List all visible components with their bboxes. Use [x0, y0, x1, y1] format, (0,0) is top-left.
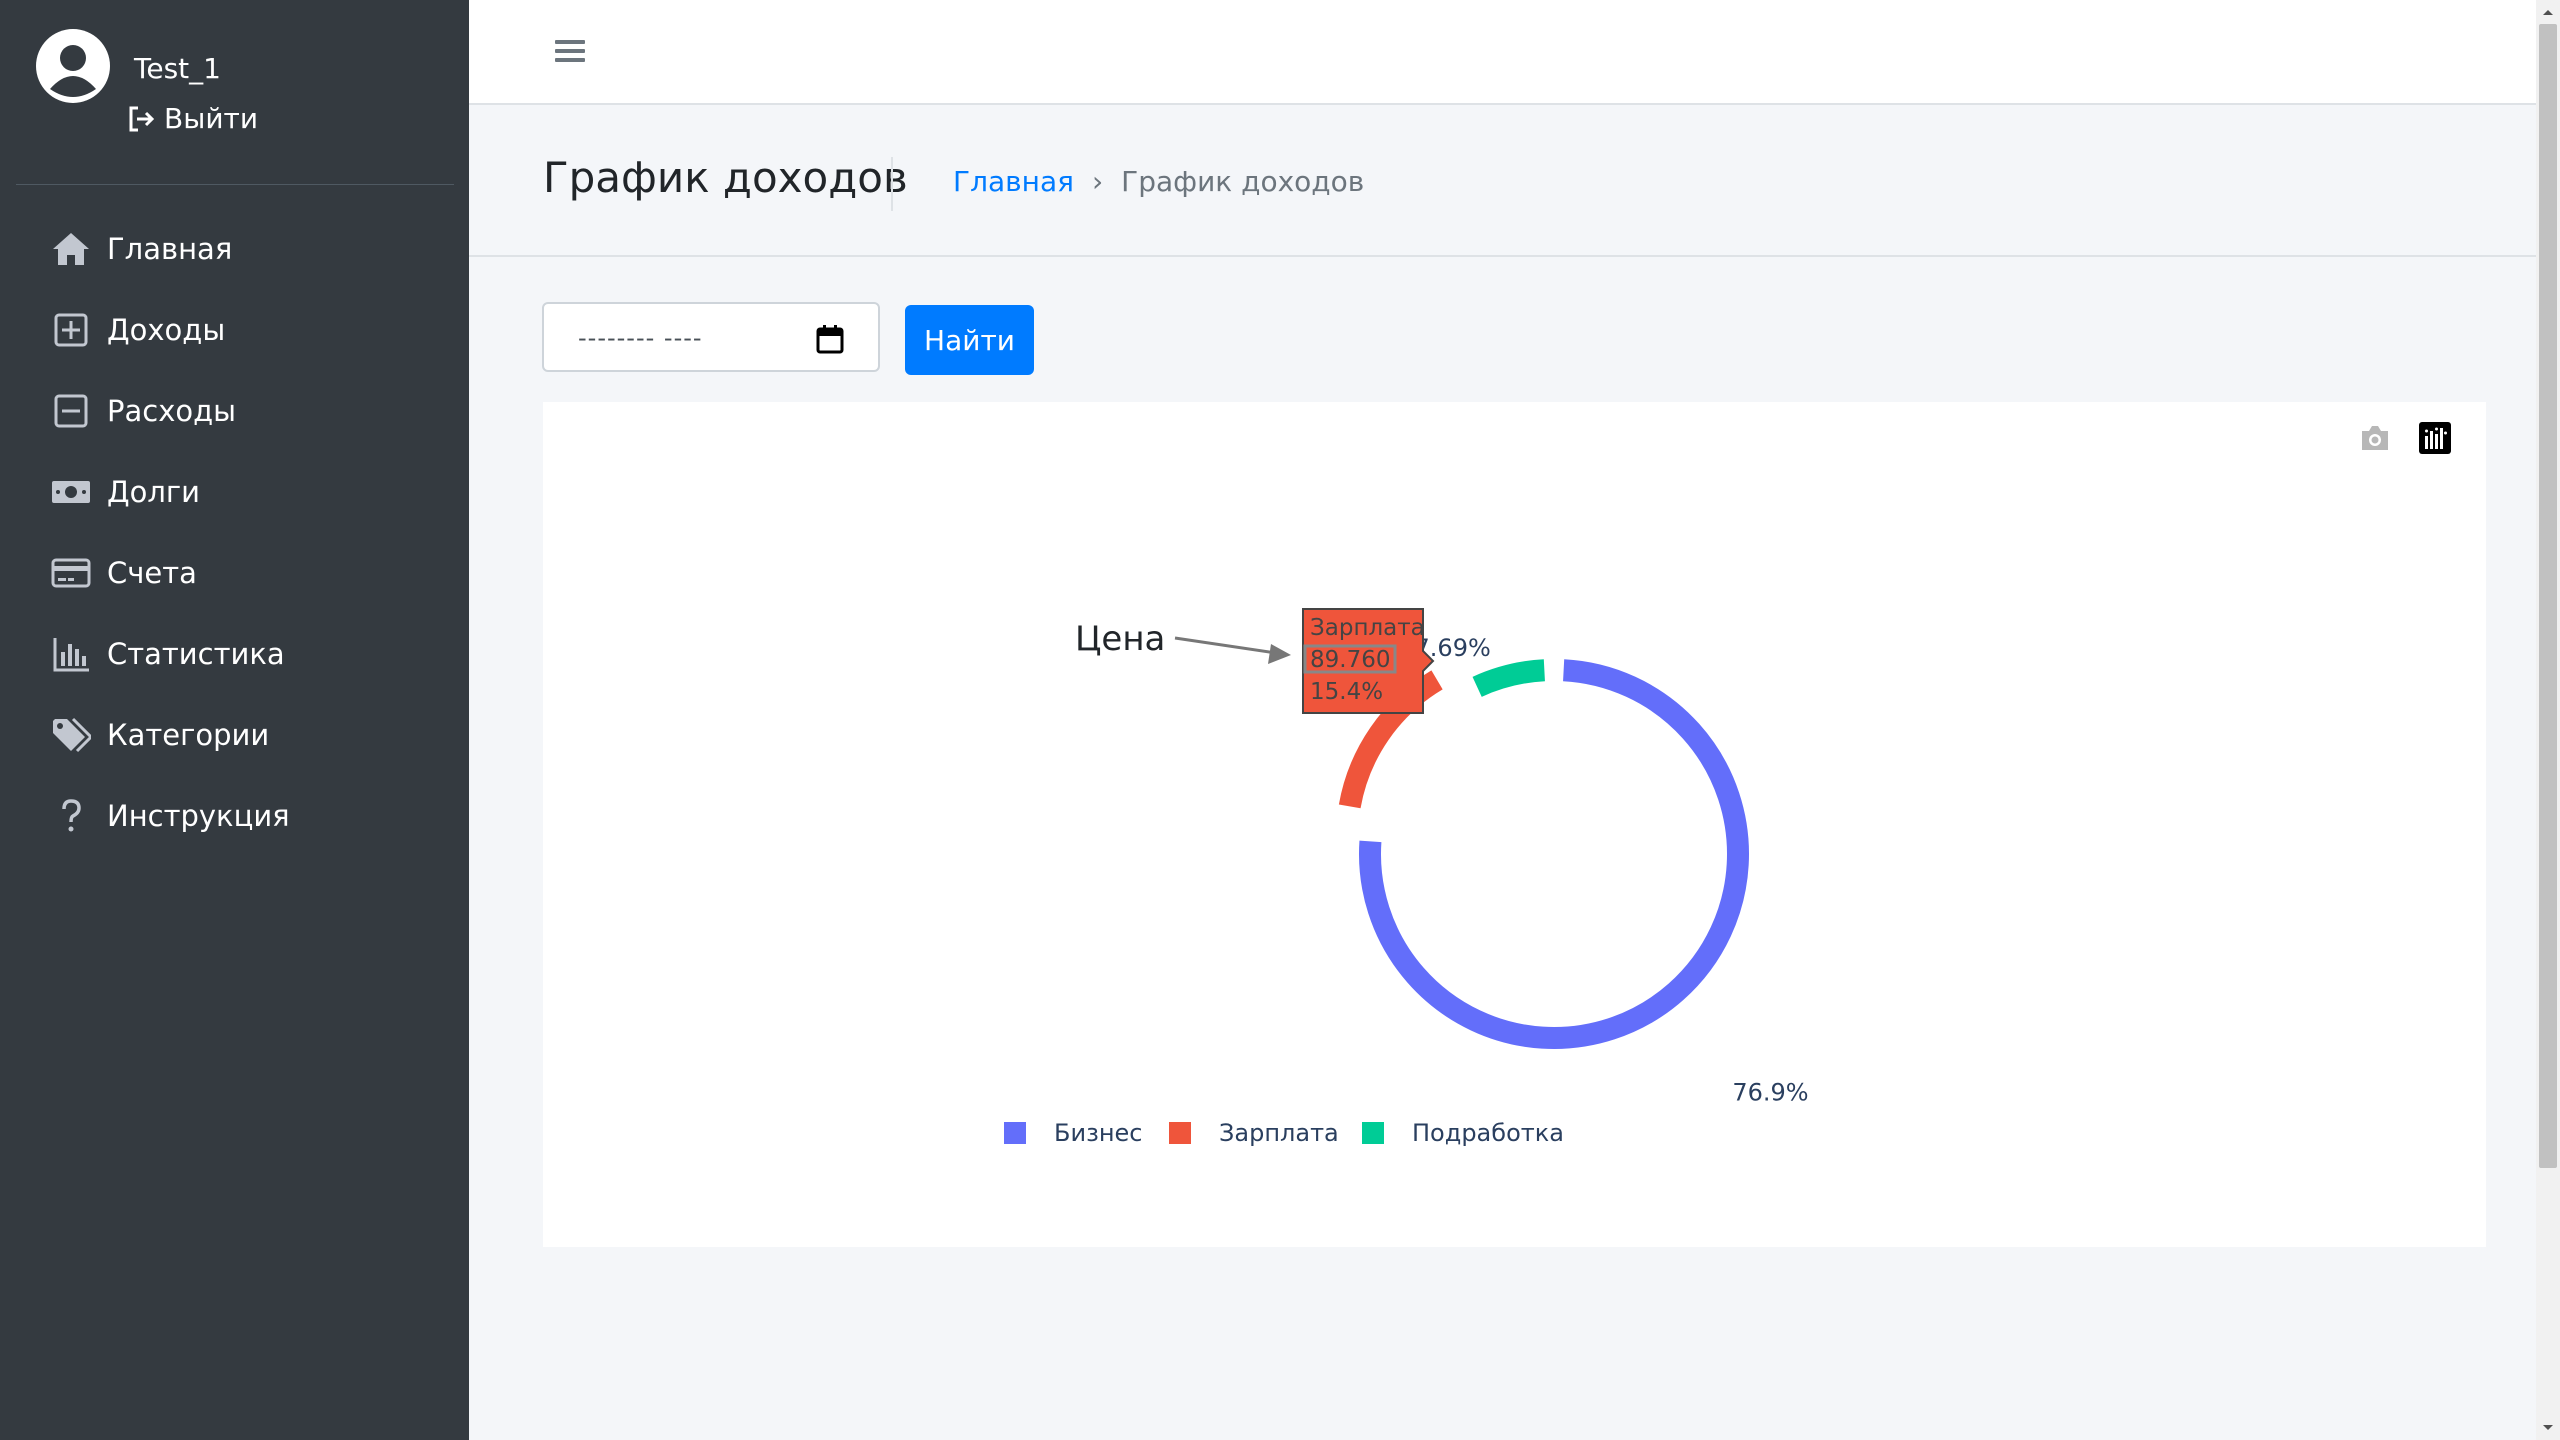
plus-square-icon — [48, 307, 94, 353]
sidebar-item-expenses[interactable]: Расходы — [0, 374, 469, 448]
username[interactable]: Test_1 — [134, 52, 221, 85]
menu-toggle-icon[interactable] — [555, 38, 585, 64]
minus-square-icon — [48, 388, 94, 434]
donut-chart: 76.9%7.69%Зарплата89.76015.4%ЦенаБизнес З… — [1004, 608, 1809, 1147]
sidebar-item-label: Доходы — [107, 313, 226, 347]
breadcrumb-home-link[interactable]: Главная — [953, 165, 1074, 198]
legend-label: Подработка — [1412, 1119, 1564, 1147]
sidebar-item-label: Категории — [107, 718, 270, 752]
slice-percent-label: 76.9% — [1732, 1079, 1808, 1107]
sidebar-item-income[interactable]: Доходы — [0, 293, 469, 367]
scroll-thumb[interactable] — [2539, 24, 2557, 1168]
sidebar-item-debts[interactable]: Долги — [0, 455, 469, 529]
sidebar-item-home[interactable]: Главная — [0, 212, 469, 286]
hover-value: 89.760 — [1310, 647, 1390, 673]
legend-label: Бизнес — [1054, 1119, 1142, 1147]
legend-label: Зарплата — [1219, 1119, 1339, 1147]
question-icon — [48, 793, 94, 839]
credit-card-icon — [48, 550, 94, 596]
plotly-logo-icon[interactable] — [2419, 422, 2451, 454]
legend-swatch — [1169, 1122, 1191, 1144]
sidebar: Test_1 Выйти Главная Доходы Расходы Долг… — [0, 0, 469, 1440]
logout-label: Выйти — [164, 102, 259, 135]
camera-icon[interactable] — [2359, 424, 2391, 452]
sidebar-item-accounts[interactable]: Счета — [0, 536, 469, 610]
sidebar-item-statistics[interactable]: Статистика — [0, 617, 469, 691]
logout-link[interactable]: Выйти — [126, 102, 258, 135]
title-divider — [891, 157, 893, 211]
sidebar-item-label: Счета — [107, 556, 197, 590]
scroll-up-icon[interactable] — [2536, 0, 2560, 24]
user-panel: Test_1 Выйти — [0, 0, 469, 186]
annotation-arrow-head — [1268, 644, 1291, 664]
page-title: График доходов — [543, 153, 908, 202]
content-header: График доходов Главная › График доходов — [469, 105, 2536, 257]
sidebar-item-label: Расходы — [107, 394, 237, 428]
annotation-arrow-line — [1174, 636, 1284, 656]
page-scrollbar[interactable] — [2536, 0, 2560, 1440]
scroll-down-icon[interactable] — [2536, 1416, 2560, 1440]
calendar-icon[interactable] — [816, 324, 844, 354]
chart-panel: 76.9% 7.69% Зарплата 89.760 15.4% Цена Бизнес З… — [543, 402, 2486, 1247]
home-icon — [48, 226, 94, 272]
annotation-label: Цена — [1075, 619, 1165, 659]
hover-label: Зарплата — [1310, 615, 1425, 641]
pie-slice — [1472, 659, 1546, 697]
search-button[interactable]: Найти — [905, 305, 1034, 375]
money-bill-icon — [48, 469, 94, 515]
sidebar-item-label: Инструкция — [107, 799, 290, 833]
hover-percent: 15.4% — [1310, 679, 1383, 705]
tags-icon — [48, 712, 94, 758]
breadcrumb-separator: › — [1091, 165, 1104, 198]
pie-slice — [1359, 659, 1749, 1049]
chart-bar-icon — [48, 631, 94, 677]
breadcrumb-current: График доходов — [1121, 165, 1365, 198]
sidebar-divider — [16, 184, 454, 185]
sidebar-item-categories[interactable]: Категории — [0, 698, 469, 772]
date-input-value: -------- ---- — [578, 324, 703, 352]
sidebar-item-label: Долги — [107, 475, 201, 509]
legend-swatch — [1362, 1122, 1384, 1144]
top-navbar — [469, 0, 2536, 105]
sidebar-item-label: Статистика — [107, 637, 285, 671]
sidebar-item-label: Главная — [107, 232, 233, 266]
user-avatar-icon[interactable] — [36, 29, 110, 103]
sign-out-icon — [129, 106, 155, 131]
legend-swatch — [1004, 1122, 1026, 1144]
date-input[interactable]: -------- ---- — [542, 302, 880, 372]
breadcrumb: Главная › График доходов — [953, 165, 1364, 198]
sidebar-item-instructions[interactable]: Инструкция — [0, 779, 469, 853]
